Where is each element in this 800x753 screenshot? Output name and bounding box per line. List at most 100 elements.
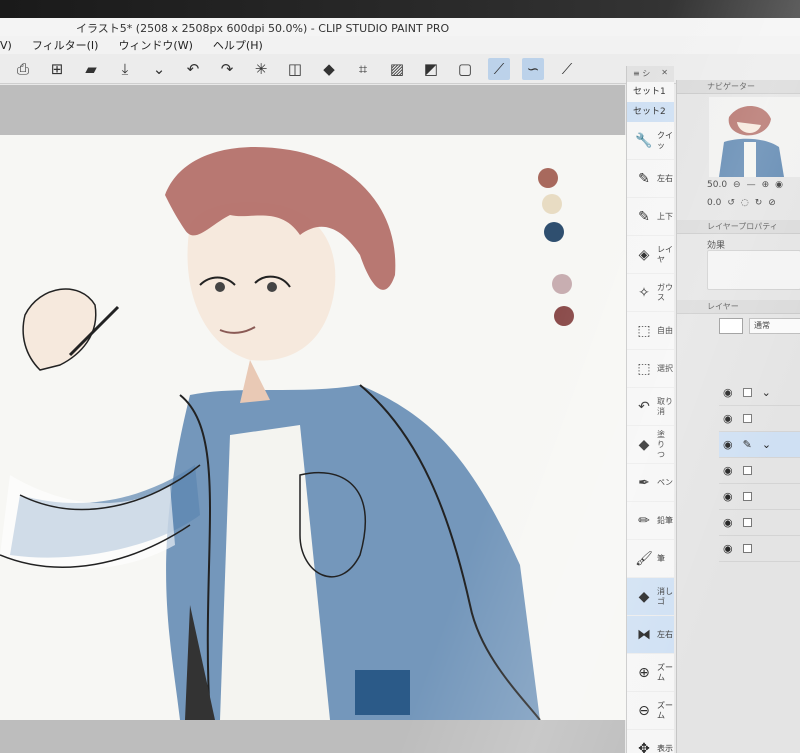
zoom-out-icon[interactable]: ⊖ [733, 180, 741, 190]
tool-undo[interactable]: ↶ 取り消 [627, 388, 674, 426]
layer-checkbox[interactable] [742, 388, 752, 397]
set-tab-1[interactable]: セット1 [627, 82, 674, 102]
tool-gauss[interactable]: ✧ ガウス [627, 274, 674, 312]
thumbnail-image [719, 105, 784, 177]
layer-checkbox[interactable] [742, 544, 752, 553]
eye-icon[interactable]: ◉ [723, 386, 733, 399]
window-title: イラスト5* (2508 x 2508px 600dpi 50.0%) - CL… [76, 22, 450, 35]
tool-panel: ≡ シ ✕ セット1 セット2 🔧 クイッ ✎ 左右 ✎ 上下 ◈ レイヤ ✧ ガウス ⬚ 自… [626, 66, 674, 753]
layer-property-panel: レイヤープロパティ [677, 220, 800, 234]
pen-icon[interactable]: ⟋ [556, 58, 578, 80]
tool-zoom-out[interactable]: ⊖ ズーム [627, 692, 674, 730]
layer-row[interactable]: ◉ [719, 406, 800, 432]
menu-item-view[interactable]: V) [0, 36, 12, 56]
set-tab-2[interactable]: セット2 [627, 102, 674, 122]
pen-icon: ✎ [742, 438, 752, 451]
layer-row[interactable]: ◉ [719, 510, 800, 536]
layer-icon: ◈ [638, 246, 650, 263]
loading-icon[interactable]: ✳ [250, 58, 272, 80]
tool-pencil[interactable]: ✏ 鉛筆 [627, 502, 674, 540]
eye-icon[interactable]: ◉ [723, 542, 733, 555]
color-swatch[interactable] [538, 168, 558, 188]
shade-icon[interactable]: ◩ [420, 58, 442, 80]
free-transform-icon: ⬚ [637, 322, 651, 339]
layer-panel-header: レイヤー [677, 300, 800, 314]
layer-row[interactable]: ◉ ⌄ [719, 380, 800, 406]
undo-icon: ↶ [638, 398, 650, 415]
dropdown-icon[interactable]: ⌄ [148, 58, 170, 80]
menu-item-filter[interactable]: フィルター(I) [32, 36, 99, 56]
rotate-reset-icon[interactable]: ◌ [741, 198, 749, 208]
tool-flip-v[interactable]: ✎ 上下 [627, 198, 674, 236]
redo-icon[interactable]: ↷ [216, 58, 238, 80]
layer-checkbox[interactable] [742, 414, 752, 423]
rotation-value: 0.0 [707, 198, 722, 208]
drawing-canvas[interactable] [0, 135, 632, 721]
color-swatch[interactable] [544, 222, 564, 242]
frame-icon[interactable]: ▢ [454, 58, 476, 80]
color-swatch[interactable] [554, 306, 574, 326]
eye-icon[interactable]: ◉ [723, 464, 733, 477]
tool-brush[interactable]: 🖌 筆 [627, 540, 674, 578]
right-panels: ナビゲーター 50.0 ⊖ — ⊕ ◉ 0.0 ↺ ◌ ↻ ⊘ レイヤープロパテ… [676, 80, 800, 753]
tool-fill[interactable]: ◆ 塗りつ [627, 426, 674, 464]
crop-icon[interactable]: ⌗ [352, 58, 374, 80]
wand-icon: ✧ [638, 284, 650, 301]
layer-color-swatch[interactable] [719, 318, 743, 334]
menu-item-help[interactable]: ヘルプ(H) [213, 36, 263, 56]
tool-eraser[interactable]: ◆ 消しゴ [627, 578, 674, 616]
brush-icon[interactable]: ∽ [522, 57, 544, 80]
zoom-in-icon[interactable]: ⊕ [762, 180, 770, 190]
layer-panel: レイヤー [677, 300, 800, 314]
rotate-left-icon[interactable]: ↺ [727, 198, 735, 208]
tool-zoom-in[interactable]: ⊕ ズーム [627, 654, 674, 692]
zoom-slider[interactable]: — [747, 180, 756, 190]
tool-flip-h[interactable]: ✎ 左右 [627, 160, 674, 198]
tool-flip-h-2[interactable]: ⧓ 左右 [627, 616, 674, 654]
color-swatch[interactable] [542, 194, 562, 214]
eye-icon[interactable]: ◉ [723, 438, 733, 451]
chevron-down-icon[interactable]: ⌄ [762, 438, 771, 451]
color-swatch[interactable] [552, 274, 572, 294]
eye-icon[interactable]: ◉ [723, 516, 733, 529]
menu-item-window[interactable]: ウィンドウ(W) [118, 36, 192, 56]
blend-mode-select[interactable]: 通常 [749, 318, 800, 334]
pen-active-icon[interactable]: ⟋ [488, 57, 510, 80]
eye-icon[interactable]: ◉ [723, 490, 733, 503]
navigator-zoom-row: 50.0 ⊖ — ⊕ ◉ [707, 180, 783, 190]
effect-box[interactable] [707, 250, 800, 290]
selection-icon[interactable]: ▨ [386, 58, 408, 80]
new-canvas-icon[interactable]: ⎙ [12, 58, 34, 80]
tool-panel-header: ≡ シ ✕ [627, 66, 674, 82]
pencil-icon: ✏ [638, 512, 650, 529]
layer-checkbox[interactable] [742, 492, 752, 501]
rotate-right-icon[interactable]: ↻ [755, 198, 763, 208]
eye-icon[interactable]: ◉ [723, 412, 733, 425]
wrench-icon: 🔧 [635, 132, 653, 149]
tool-pen[interactable]: ✒ ペン [627, 464, 674, 502]
tool-display[interactable]: ✥ 表示 [627, 730, 674, 753]
layer-checkbox[interactable] [742, 466, 752, 475]
open-icon[interactable]: ⊞ [46, 58, 68, 80]
select-icon: ⬚ [637, 360, 651, 377]
tool-layer[interactable]: ◈ レイヤ [627, 236, 674, 274]
navigator-thumbnail[interactable] [709, 97, 800, 177]
folder-icon[interactable]: ▰ [80, 58, 102, 80]
layer-row[interactable]: ◉ [719, 458, 800, 484]
fit-icon[interactable]: ◉ [775, 180, 783, 190]
layer-row-selected[interactable]: ◉ ✎ ⌄ [719, 432, 800, 458]
tool-quick[interactable]: 🔧 クイッ [627, 122, 674, 160]
tool-free-transform[interactable]: ⬚ 自由 [627, 312, 674, 350]
chevron-down-icon[interactable]: ⌄ [762, 386, 771, 399]
fill-icon[interactable]: ◆ [318, 58, 340, 80]
transform-icon[interactable]: ◫ [284, 58, 306, 80]
tool-select[interactable]: ⬚ 選択 [627, 350, 674, 388]
undo-icon[interactable]: ↶ [182, 58, 204, 80]
layer-row[interactable]: ◉ [719, 484, 800, 510]
save-icon[interactable]: ⤓ [114, 58, 136, 80]
layer-checkbox[interactable] [742, 518, 752, 527]
flip-icon[interactable]: ⊘ [768, 198, 776, 208]
close-icon[interactable]: ✕ [661, 68, 668, 80]
layer-row[interactable]: ◉ [719, 536, 800, 562]
navigator-header: ナビゲーター [677, 80, 800, 94]
